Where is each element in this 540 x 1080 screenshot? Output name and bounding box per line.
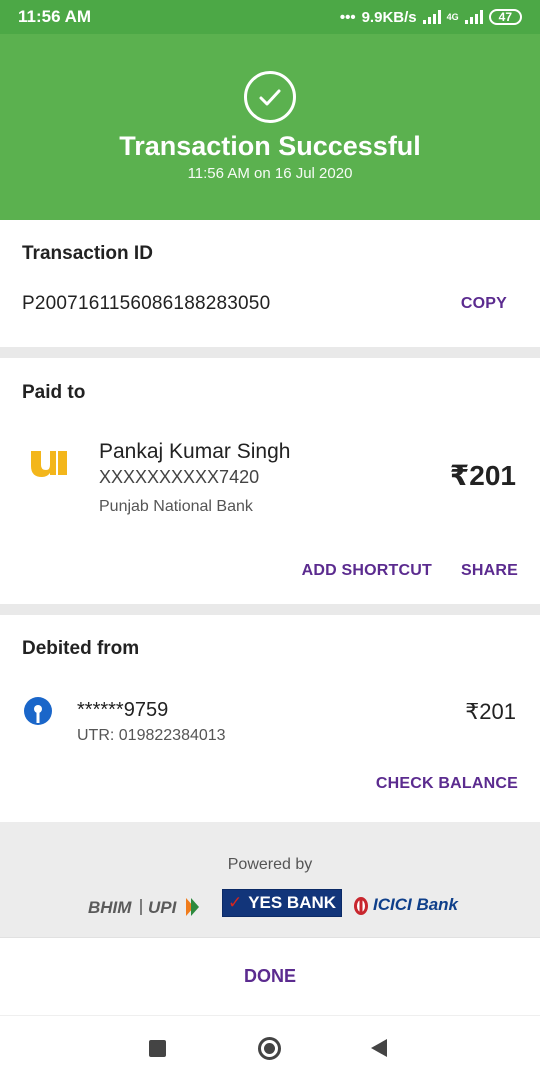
check-circle-icon (244, 71, 296, 123)
home-button[interactable] (258, 1037, 281, 1060)
status-dots: ••• (339, 8, 356, 26)
bhim-upi-logo-icon: BHIM UPI (88, 898, 199, 917)
pnb-bank-logo-icon (31, 451, 67, 477)
debited-from-label: Debited from (22, 638, 140, 659)
svg-text:BHIM: BHIM (88, 898, 132, 917)
transaction-timestamp: 11:56 AM on 16 Jul 2020 (187, 165, 353, 182)
copy-button[interactable]: COPY (461, 295, 507, 313)
cell-signal-icon (464, 10, 483, 24)
recents-button[interactable] (149, 1040, 166, 1057)
back-button[interactable] (371, 1039, 387, 1057)
battery-level: 47 (498, 10, 512, 24)
transaction-header: Transaction Successful 11:56 AM on 16 Ju… (0, 34, 540, 220)
status-time: 11:56 AM (18, 7, 92, 26)
page-title: Transaction Successful (119, 131, 421, 161)
icici-bank-logo: ICICI Bank (352, 891, 476, 919)
status-bar: 11:56 AM ••• 9.9KB/s 4G 47 (0, 0, 540, 34)
paid-amount: ₹201 (449, 460, 516, 491)
powered-by-section: Powered by BHIM UPI ✓ YES BANK ICICI Ban… (0, 822, 540, 937)
debited-from-card: Debited from ******9759 UTR: 01982238401… (0, 615, 540, 822)
share-button[interactable]: SHARE (461, 562, 518, 580)
paid-to-card: Paid to Pankaj Kumar Singh XXXXXXXXXX742… (0, 358, 540, 604)
yes-bank-tick-icon: ✓ (227, 893, 243, 912)
add-shortcut-button[interactable]: ADD SHORTCUT (302, 562, 432, 580)
battery-icon: 47 (488, 9, 522, 25)
sbi-bank-logo-icon (24, 697, 52, 725)
payee-account: XXXXXXXXXX7420 (99, 467, 260, 487)
transaction-id-card: Transaction ID P2007161156086188283050 C… (0, 220, 540, 347)
transaction-id-label: Transaction ID (22, 243, 153, 264)
debit-amount: ₹201 (465, 699, 516, 724)
status-indicators: ••• 9.9KB/s 4G 47 (340, 9, 522, 26)
done-bar: DONE (0, 937, 540, 1015)
icici-mark-icon (354, 897, 368, 915)
network-type: 4G (446, 12, 459, 22)
yes-bank-logo: ✓ YES BANK (222, 889, 342, 917)
check-balance-button[interactable]: CHECK BALANCE (376, 775, 518, 793)
payee-name: Pankaj Kumar Singh (99, 440, 291, 463)
paid-to-label: Paid to (22, 382, 86, 403)
debit-account: ******9759 (77, 699, 169, 721)
check-mark-icon (259, 89, 281, 106)
utr-number: UTR: 019822384013 (77, 727, 226, 744)
yes-bank-text: YES BANK (248, 893, 337, 912)
done-button[interactable]: DONE (0, 966, 540, 987)
icici-bank-text: ICICI Bank (373, 895, 459, 914)
wifi-signal-icon (422, 10, 441, 24)
powered-by-label: Powered by (227, 856, 313, 873)
transaction-id-value: P2007161156086188283050 (22, 293, 271, 314)
svg-text:UPI: UPI (148, 898, 178, 917)
system-nav-bar (0, 1015, 540, 1080)
payee-bank: Punjab National Bank (99, 498, 253, 515)
network-speed: 9.9KB/s (361, 8, 417, 26)
